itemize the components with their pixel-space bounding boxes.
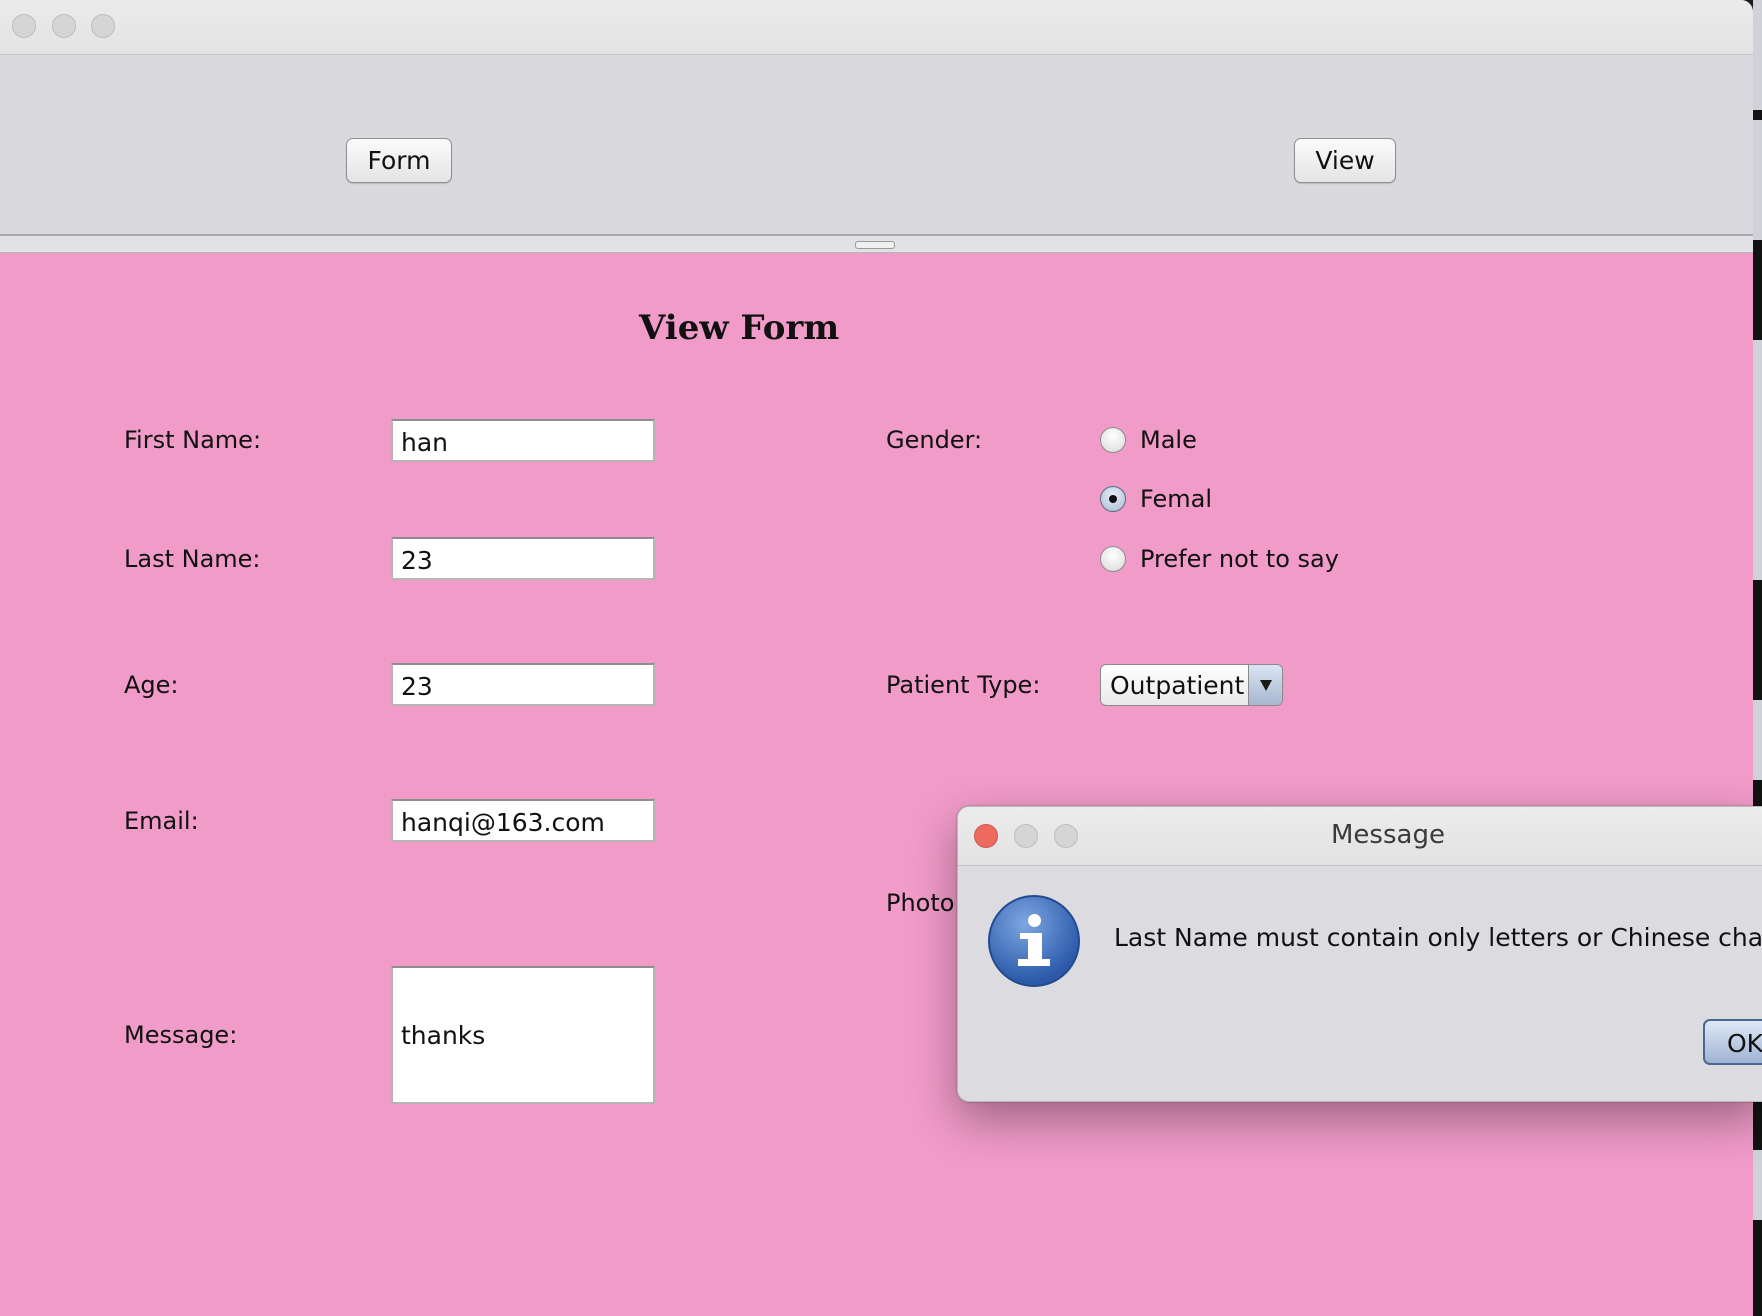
gender-prefer-not-radio[interactable]: [1100, 546, 1126, 572]
dialog-zoom-button[interactable]: [1054, 824, 1078, 848]
email-label: Email:: [124, 807, 199, 835]
gender-femal-label[interactable]: Femal: [1140, 485, 1212, 513]
chevron-down-icon[interactable]: [1248, 665, 1282, 705]
form-panel: [0, 253, 1753, 1316]
form-button[interactable]: Form: [346, 138, 452, 183]
dialog-minimize-button[interactable]: [1014, 824, 1038, 848]
zoom-window-button[interactable]: [91, 14, 115, 38]
gender-label: Gender:: [886, 426, 983, 454]
radio-selected-dot: [1109, 495, 1117, 503]
photo-label: Photo: [886, 889, 955, 917]
patient-type-select[interactable]: Outpatient: [1100, 664, 1283, 706]
patient-type-label: Patient Type:: [886, 671, 1041, 699]
view-button[interactable]: View: [1294, 138, 1396, 183]
divider-grip[interactable]: [855, 241, 895, 249]
minimize-window-button[interactable]: [52, 14, 76, 38]
ok-button[interactable]: OK: [1703, 1019, 1762, 1065]
gender-prefer-not-label[interactable]: Prefer not to say: [1140, 545, 1339, 573]
patient-type-selected: Outpatient: [1110, 671, 1245, 700]
dialog-title: Message: [1331, 820, 1445, 850]
email-field[interactable]: hanqi@163.com: [391, 799, 655, 842]
dialog-close-button[interactable]: [974, 824, 998, 848]
dialog-message: Last Name must contain only letters or C…: [1114, 923, 1762, 952]
age-field[interactable]: 23: [391, 663, 655, 706]
age-label: Age:: [124, 671, 179, 699]
window-titlebar[interactable]: [0, 0, 1753, 55]
dialog-titlebar[interactable]: Message: [958, 807, 1762, 866]
last-name-field[interactable]: 23: [391, 537, 655, 580]
gender-male-label[interactable]: Male: [1140, 426, 1197, 454]
gender-femal-radio[interactable]: [1100, 486, 1126, 512]
first-name-field[interactable]: han: [391, 419, 655, 462]
message-label: Message:: [124, 1021, 238, 1049]
message-dialog: Message Last Name must contain only lett…: [957, 806, 1762, 1102]
background-window-edge: [1753, 0, 1762, 1316]
close-window-button[interactable]: [12, 14, 36, 38]
info-icon: [988, 895, 1080, 987]
split-pane-divider[interactable]: [0, 234, 1753, 253]
top-toolbar-panel: Form View: [0, 55, 1753, 235]
message-textarea[interactable]: thanks: [391, 966, 655, 1104]
first-name-label: First Name:: [124, 426, 262, 454]
main-window: Form View View Form First Name: han Last…: [0, 0, 1753, 1316]
gender-male-radio[interactable]: [1100, 427, 1126, 453]
form-title: View Form: [639, 308, 840, 348]
last-name-label: Last Name:: [124, 545, 261, 573]
